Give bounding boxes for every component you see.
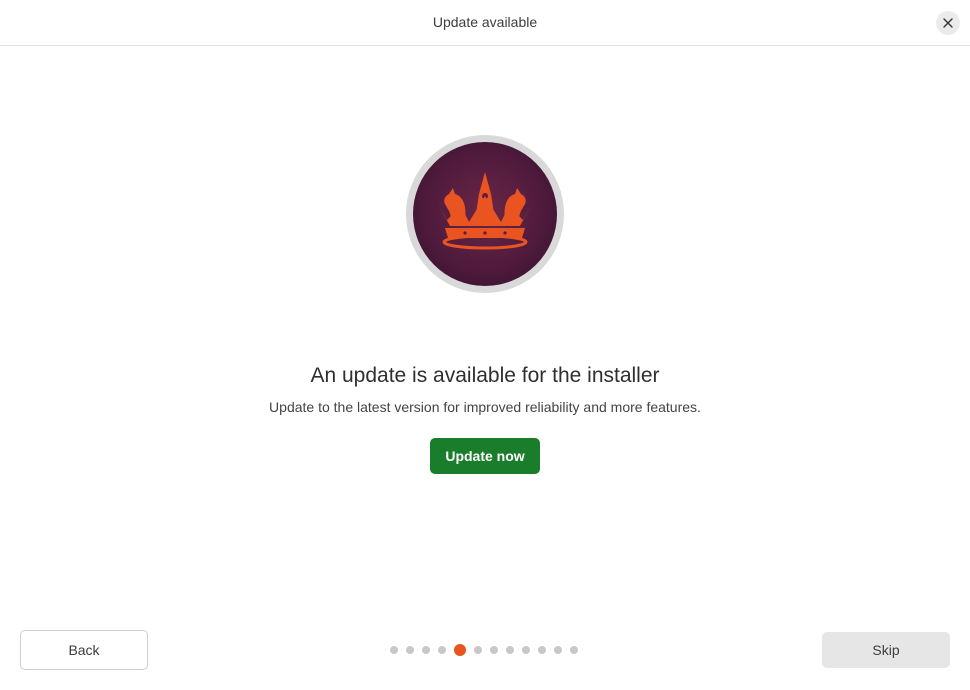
- skip-button[interactable]: Skip: [822, 632, 950, 668]
- page-dot: [538, 646, 546, 654]
- page-dot: [474, 646, 482, 654]
- ubuntu-crown-icon: [406, 135, 564, 293]
- page-indicator: [390, 643, 578, 657]
- back-button[interactable]: Back: [20, 630, 148, 670]
- window-title: Update available: [432, 14, 538, 30]
- page-dot-active: [454, 644, 466, 656]
- page-dot: [490, 646, 498, 654]
- installer-window: Update available An update is available …: [0, 0, 970, 690]
- update-now-button[interactable]: Update now: [430, 438, 540, 474]
- page-dot: [554, 646, 562, 654]
- close-icon: [943, 18, 953, 28]
- logo: [405, 134, 565, 294]
- titlebar: Update available: [0, 0, 970, 46]
- page-dot: [390, 646, 398, 654]
- page-dot: [506, 646, 514, 654]
- page-dot: [406, 646, 414, 654]
- page-dot: [570, 646, 578, 654]
- page-dot: [422, 646, 430, 654]
- close-button[interactable]: [936, 11, 960, 35]
- page-title: An update is available for the installer: [310, 364, 660, 387]
- page-description: Update to the latest version for improve…: [269, 399, 701, 415]
- page-dot: [522, 646, 530, 654]
- page-dot: [438, 646, 446, 654]
